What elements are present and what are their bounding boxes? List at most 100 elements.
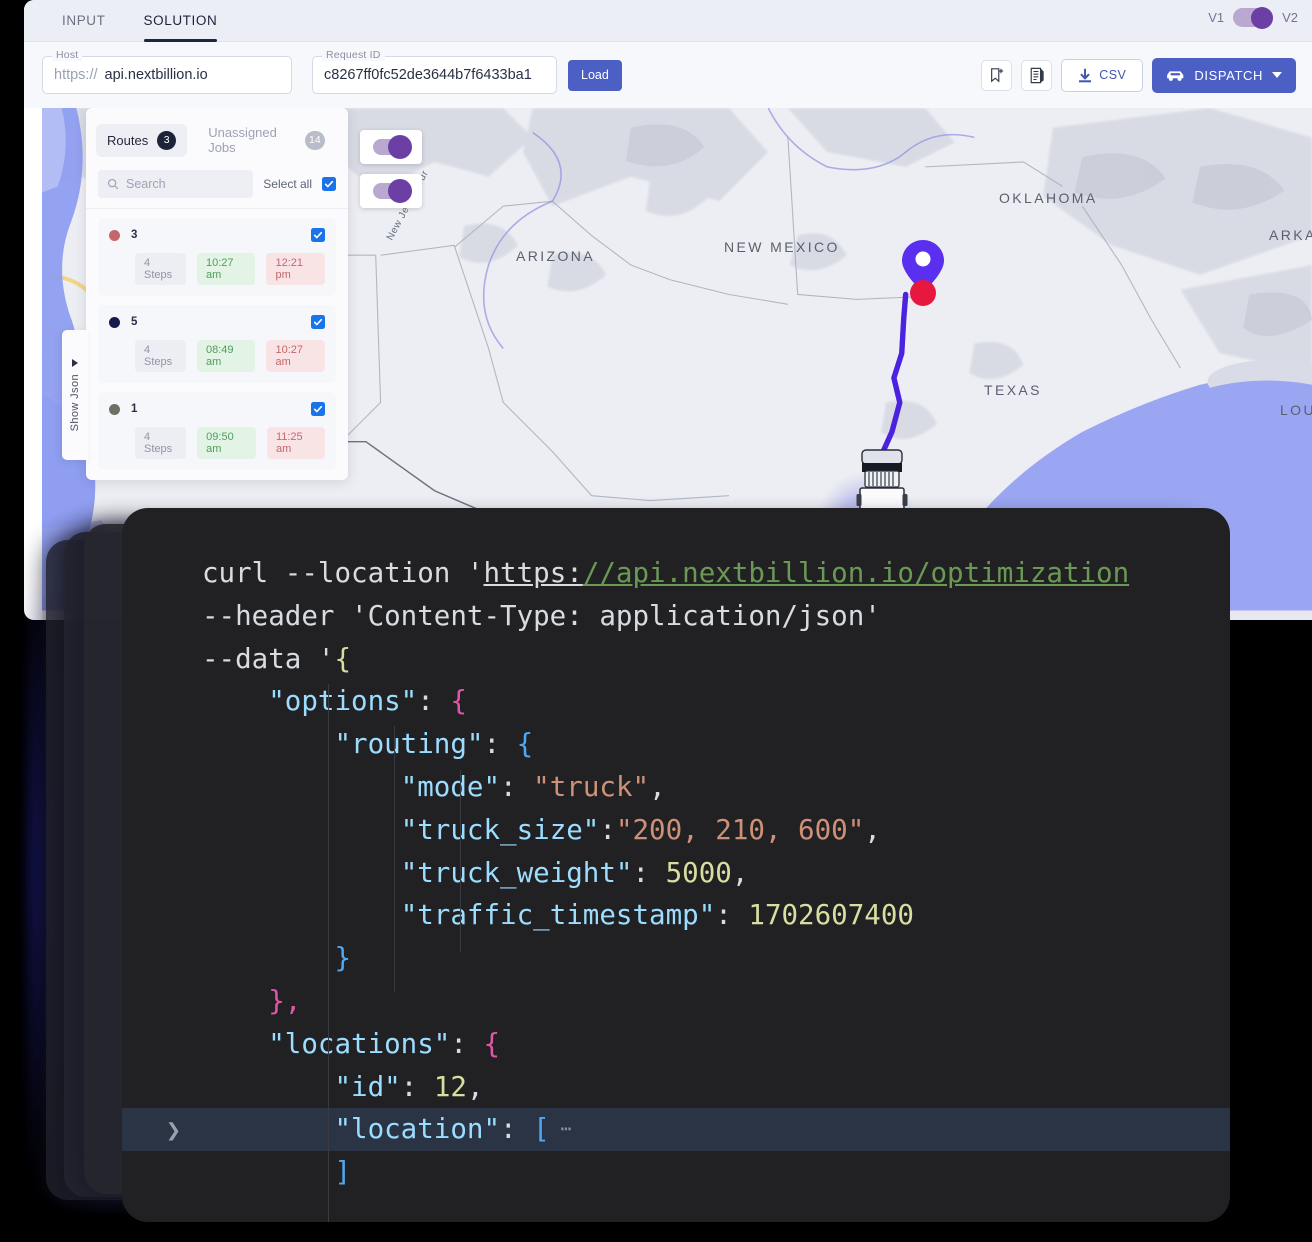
- tab-solution[interactable]: SOLUTION: [143, 0, 218, 42]
- map-label: OKLAHOMA: [999, 190, 1098, 206]
- map-label: ARIZONA: [516, 248, 596, 264]
- route-card-pills: 4 Steps 09:50 am 11:25 am: [135, 427, 326, 459]
- code-line-content: "truck_weight": 5000,: [202, 852, 749, 895]
- code-token: :: [632, 856, 666, 889]
- route-list: 3 4 Steps 10:27 am 12:21 pm 5 4 Steps 08:49 am…: [86, 218, 348, 470]
- code-line[interactable]: --data '{: [122, 638, 1230, 681]
- code-token: https:: [483, 557, 583, 589]
- code-line[interactable]: ]: [122, 1151, 1230, 1194]
- code-line[interactable]: "traffic_timestamp": 1702607400: [122, 894, 1230, 937]
- code-line[interactable]: "routing": {: [122, 723, 1230, 766]
- map-label: NEW MEXICO: [724, 239, 840, 255]
- code-line[interactable]: "locations": {: [122, 1023, 1230, 1066]
- toggle-track: [373, 135, 412, 159]
- code-token: "truck": [533, 770, 650, 803]
- code-line[interactable]: curl --location 'https://api.nextbillion…: [122, 552, 1230, 595]
- code-token: "locations": [268, 1027, 451, 1060]
- stop-dot-marker[interactable]: [910, 280, 936, 306]
- code-token: 1702607400: [748, 899, 914, 932]
- tab-routes[interactable]: Routes 3: [96, 123, 188, 157]
- code-terminal-panel[interactable]: curl --location 'https://api.nextbillion…: [122, 508, 1230, 1222]
- route-checkbox[interactable]: [311, 228, 325, 242]
- csv-label: CSV: [1099, 68, 1127, 82]
- host-field[interactable]: Host https:// api.nextbillion.io: [42, 49, 292, 94]
- toggle-knob: [388, 135, 412, 159]
- code-token: "traffic_timestamp": [400, 899, 716, 932]
- route-steps-badge: 4 Steps: [135, 340, 186, 372]
- tab-input[interactable]: INPUT: [62, 0, 106, 42]
- map-toggle-2[interactable]: [360, 174, 422, 208]
- expand-chevron-icon[interactable]: ❯: [166, 1117, 181, 1142]
- bookmark-add-button[interactable]: [981, 59, 1013, 91]
- code-line[interactable]: "id": 12,: [122, 1066, 1230, 1109]
- code-token: :: [483, 728, 517, 761]
- routes-panel-tabs: Routes 3 Unassigned Jobs 14: [86, 108, 348, 170]
- select-all-checkbox[interactable]: [322, 177, 336, 191]
- route-color-dot: [109, 316, 120, 328]
- route-id: 1: [131, 403, 138, 415]
- route-checkbox[interactable]: [311, 315, 325, 329]
- code-line[interactable]: ❯ "location": [ ⋯: [122, 1108, 1230, 1152]
- route-color-dot: [109, 403, 120, 415]
- code-token: }: [334, 942, 352, 975]
- version-v1-label[interactable]: V1: [1208, 10, 1224, 25]
- code-line[interactable]: "truck_size":"200, 210, 600",: [122, 809, 1230, 852]
- chevron-down-icon: [1272, 72, 1282, 78]
- code-line[interactable]: "options": {: [122, 680, 1230, 723]
- check-icon: [313, 405, 323, 413]
- code-token: :: [400, 1070, 434, 1103]
- download-icon: [1079, 68, 1092, 82]
- host-field-legend: Host: [52, 49, 83, 61]
- code-line[interactable]: "mode": "truck",: [122, 766, 1230, 809]
- code-token: "truck_size": [400, 813, 600, 846]
- code-token: :: [599, 813, 616, 846]
- tab-unassigned-jobs[interactable]: Unassigned Jobs 14: [197, 118, 336, 162]
- load-button[interactable]: Load: [568, 59, 622, 91]
- route-checkbox[interactable]: [311, 402, 325, 416]
- toggle-knob: [388, 179, 412, 203]
- host-protocol: https://: [54, 67, 98, 83]
- code-token: --header 'Content-Type: application/json…: [202, 599, 881, 632]
- csv-download-button[interactable]: CSV: [1061, 58, 1144, 92]
- route-color-dot: [109, 229, 120, 241]
- code-token: 5000: [665, 856, 732, 889]
- screenshot-root: OKLAHOMA ARKANSAS NEW MEXICO ARIZONA TEXAS LO…: [0, 0, 1312, 1242]
- route-card[interactable]: 1 4 Steps 09:50 am 11:25 am: [98, 392, 336, 470]
- route-card-header: 3: [109, 228, 325, 242]
- dispatch-button[interactable]: DISPATCH: [1152, 57, 1296, 93]
- code-line-content: "options": {: [202, 680, 467, 723]
- report-button[interactable]: [1021, 59, 1053, 91]
- route-card[interactable]: 3 4 Steps 10:27 am 12:21 pm: [98, 218, 336, 296]
- search-input[interactable]: Search: [98, 170, 254, 198]
- route-start-time-badge: 08:49 am: [196, 340, 256, 372]
- code-line[interactable]: --header 'Content-Type: application/json…: [122, 595, 1230, 638]
- map-toggle-1[interactable]: [360, 130, 422, 164]
- check-icon: [324, 180, 334, 188]
- tab-unassigned-jobs-label: Unassigned Jobs: [208, 125, 277, 155]
- show-json-label: Show Json: [69, 373, 81, 432]
- code-token: --data ': [202, 642, 335, 675]
- code-token: //api.nextbillion.io/optimization: [582, 557, 1130, 589]
- code-line-content: "location": [ ⋯: [202, 1108, 571, 1151]
- code-line-content: "traffic_timestamp": 1702607400: [202, 894, 914, 937]
- request-id-field[interactable]: Request ID c8267ff0fc52de3644b7f6433ba1: [312, 49, 557, 94]
- route-id: 5: [131, 316, 138, 328]
- version-v2-label[interactable]: V2: [1282, 10, 1298, 25]
- code-block[interactable]: curl --location 'https://api.nextbillion…: [122, 552, 1230, 1194]
- search-placeholder: Search: [126, 177, 166, 191]
- toggle-track: [373, 179, 412, 203]
- code-token: "options": [268, 685, 418, 718]
- code-line[interactable]: },: [122, 980, 1230, 1023]
- check-icon: [313, 231, 323, 239]
- code-line-content: curl --location 'https://api.nextbillion…: [202, 552, 1129, 595]
- map-label: ARKANSAS: [1269, 227, 1312, 243]
- code-line-content: },: [202, 980, 301, 1023]
- request-toolbar: Host https:// api.nextbillion.io Request…: [24, 42, 1312, 108]
- code-token: "id": [334, 1070, 401, 1103]
- route-start-time-badge: 09:50 am: [197, 427, 256, 459]
- route-card[interactable]: 5 4 Steps 08:49 am 10:27 am: [98, 305, 336, 383]
- code-line[interactable]: "truck_weight": 5000,: [122, 852, 1230, 895]
- version-switch[interactable]: [1233, 6, 1274, 29]
- show-json-tab[interactable]: Show Json: [62, 330, 88, 460]
- code-line[interactable]: }: [122, 937, 1230, 980]
